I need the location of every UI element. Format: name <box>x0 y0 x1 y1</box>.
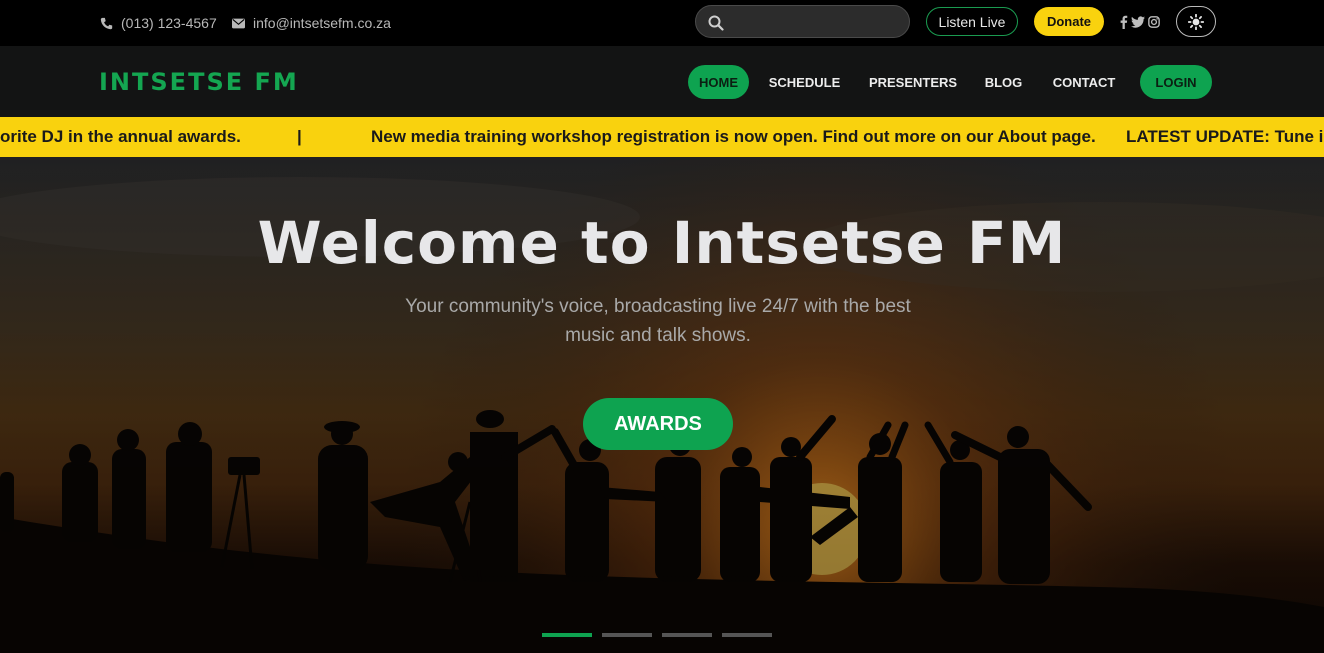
social-links <box>1119 13 1160 31</box>
search-box[interactable] <box>695 5 910 38</box>
login-button[interactable]: LOGIN <box>1140 65 1212 99</box>
carousel-indicator-2[interactable] <box>602 633 652 637</box>
instagram-icon[interactable] <box>1148 16 1160 28</box>
site-logo[interactable]: INTSETSE FM <box>99 68 299 96</box>
carousel-indicators <box>542 633 772 637</box>
nav-item-contact[interactable]: CONTACT <box>1051 65 1117 99</box>
phone-contact[interactable]: (013) 123-4567 <box>100 0 217 46</box>
awards-button[interactable]: AWARDS <box>583 398 733 450</box>
nav-item-schedule[interactable]: SCHEDULE <box>768 65 841 99</box>
phone-icon <box>100 17 113 29</box>
twitter-icon[interactable] <box>1131 16 1145 28</box>
theme-toggle-button[interactable] <box>1176 6 1216 37</box>
hero-title: Welcome to Intsetse FM <box>257 209 1067 277</box>
carousel-indicator-1[interactable] <box>542 633 592 637</box>
hero-carousel: Welcome to Intsetse FM Your community's … <box>0 157 1324 653</box>
donate-button[interactable]: Donate <box>1034 7 1104 36</box>
sun-icon <box>1188 13 1204 30</box>
top-bar: (013) 123-4567 info@intsetsefm.co.za Lis… <box>0 0 1324 46</box>
envelope-icon <box>232 18 245 28</box>
email-address: info@intsetsefm.co.za <box>253 15 391 31</box>
phone-number: (013) 123-4567 <box>121 15 217 31</box>
nav-item-presenters[interactable]: PRESENTERS <box>869 65 957 99</box>
facebook-icon[interactable] <box>1119 15 1128 29</box>
ticker-item: LATEST UPDATE: Tune in t <box>1126 127 1324 146</box>
ticker-item: orite DJ in the annual awards. <box>0 127 241 146</box>
nav-item-home[interactable]: HOME <box>688 65 749 99</box>
news-ticker: orite DJ in the annual awards. | New med… <box>0 117 1324 157</box>
search-icon <box>708 15 724 31</box>
main-navbar: INTSETSE FM HOME SCHEDULE PRESENTERS BLO… <box>0 46 1324 117</box>
ticker-item: New media training workshop registration… <box>371 127 1096 146</box>
nav-item-blog[interactable]: BLOG <box>985 65 1023 99</box>
carousel-indicator-4[interactable] <box>722 633 772 637</box>
email-contact[interactable]: info@intsetsefm.co.za <box>232 0 391 46</box>
ticker-separator: | <box>297 127 302 146</box>
hero-subtitle: Your community's voice, broadcasting liv… <box>405 296 911 346</box>
search-input[interactable] <box>732 6 902 37</box>
listen-live-button[interactable]: Listen Live <box>926 7 1018 36</box>
carousel-indicator-3[interactable] <box>662 633 712 637</box>
